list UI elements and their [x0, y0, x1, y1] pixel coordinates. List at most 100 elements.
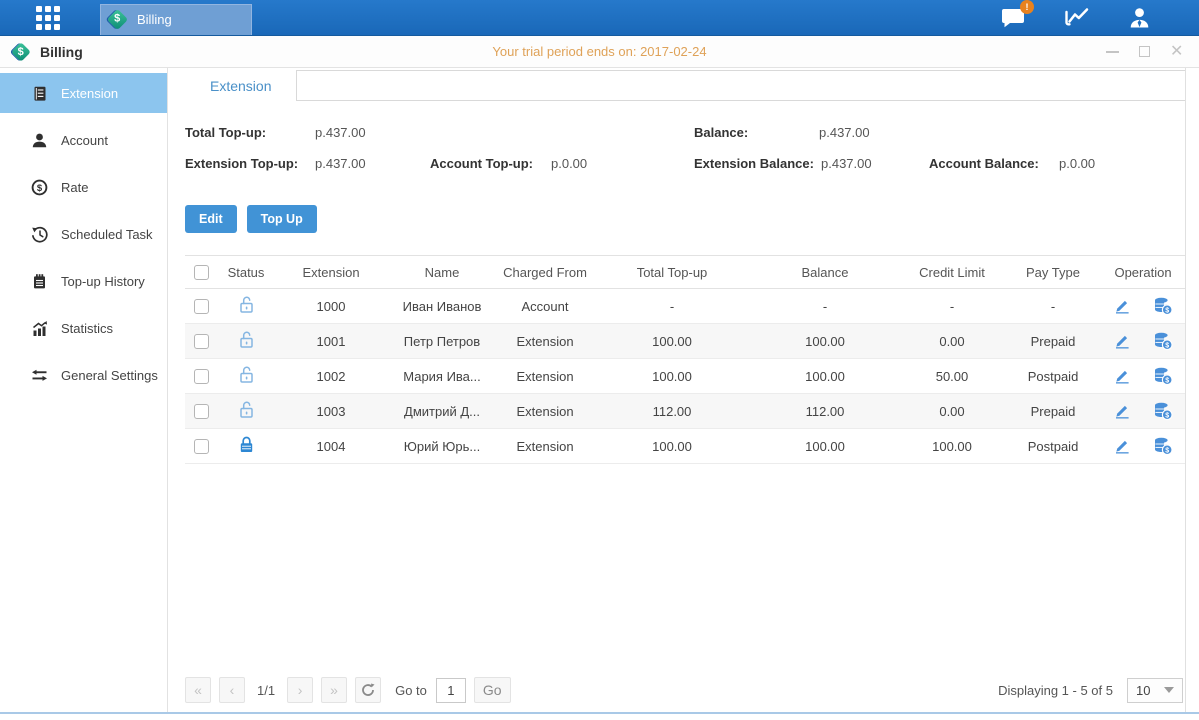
user-icon	[1126, 6, 1153, 30]
charged-from-cell: Extension	[497, 359, 593, 394]
sidebar-item-label: Scheduled Task	[61, 227, 153, 242]
page-indicator: 1/1	[257, 683, 275, 698]
extension-balance-value: p.437.00	[821, 156, 872, 171]
extension-cell: 1000	[275, 289, 387, 324]
charged-from-cell: Extension	[497, 429, 593, 464]
reports-button[interactable]	[1063, 6, 1090, 30]
messages-button[interactable]: !	[1000, 6, 1027, 30]
lock-open-icon[interactable]	[237, 330, 256, 349]
lock-closed-icon[interactable]	[237, 435, 256, 454]
row-checkbox[interactable]	[194, 404, 209, 419]
go-button[interactable]: Go	[474, 677, 511, 703]
lock-open-icon[interactable]	[237, 365, 256, 384]
credit-limit-cell: 100.00	[899, 429, 1005, 464]
first-page-button[interactable]: «	[185, 677, 211, 703]
edit-row-icon[interactable]	[1113, 332, 1131, 350]
top-up-row-icon[interactable]: $	[1153, 366, 1173, 386]
svg-text:$: $	[1165, 377, 1169, 384]
prev-page-button[interactable]: ‹	[219, 677, 245, 703]
page-size-select[interactable]: 10	[1127, 678, 1183, 703]
row-checkbox[interactable]	[194, 439, 209, 454]
total-topup-cell: 100.00	[593, 359, 751, 394]
app-launcher-icon[interactable]	[36, 6, 60, 30]
chevron-down-icon	[1164, 687, 1174, 693]
edit-row-icon[interactable]	[1113, 402, 1131, 420]
goto-label: Go to	[395, 683, 427, 698]
total-topup-cell: 100.00	[593, 324, 751, 359]
sidebar-item-scheduled-task[interactable]: Scheduled Task	[0, 214, 167, 254]
row-checkbox[interactable]	[194, 369, 209, 384]
table-header-row: Status Extension Name Charged From Total…	[185, 256, 1185, 289]
select-all-checkbox[interactable]	[194, 265, 209, 280]
charged-from-cell: Extension	[497, 324, 593, 359]
extension-cell: 1001	[275, 324, 387, 359]
balance-cell: 112.00	[751, 394, 899, 429]
row-checkbox[interactable]	[194, 299, 209, 314]
top-up-row-icon[interactable]: $	[1153, 296, 1173, 316]
sidebar-item-statistics[interactable]: Statistics	[0, 308, 167, 348]
col-operation: Operation	[1101, 256, 1185, 289]
sidebar-item-label: Top-up History	[61, 274, 145, 289]
edit-row-icon[interactable]	[1113, 437, 1131, 455]
sidebar-item-label: General Settings	[61, 368, 158, 383]
name-cell: Юрий Юрь...	[387, 429, 497, 464]
credit-limit-cell: 50.00	[899, 359, 1005, 394]
edit-row-icon[interactable]	[1113, 297, 1131, 315]
col-charged-from: Charged From	[497, 256, 593, 289]
sidebar-item-extension[interactable]: Extension	[0, 73, 167, 113]
window-titlebar: $ Billing Your trial period ends on: 201…	[0, 36, 1199, 68]
top-up-row-icon[interactable]: $	[1153, 436, 1173, 456]
goto-page-input[interactable]	[436, 678, 466, 703]
close-button[interactable]: ✕	[1170, 45, 1183, 58]
col-total-topup: Total Top-up	[593, 256, 751, 289]
account-topup-value: p.0.00	[551, 156, 587, 171]
top-up-row-icon[interactable]: $	[1153, 401, 1173, 421]
account-menu-button[interactable]	[1126, 6, 1153, 30]
sidebar: Extension Account $ Rate Scheduled Task	[0, 68, 168, 712]
next-page-button[interactable]: ›	[287, 677, 313, 703]
main-content: Extension Total Top-up: p.437.00 Balance…	[168, 68, 1186, 712]
pay-type-cell: -	[1005, 289, 1101, 324]
total-topup-cell: 112.00	[593, 394, 751, 429]
credit-limit-cell: 0.00	[899, 394, 1005, 429]
lock-open-icon[interactable]	[237, 295, 256, 314]
balance-cell: 100.00	[751, 324, 899, 359]
balance-cell: 100.00	[751, 429, 899, 464]
minimize-button[interactable]	[1106, 45, 1119, 58]
total-topup-cell: 100.00	[593, 429, 751, 464]
sidebar-item-label: Statistics	[61, 321, 113, 336]
bar-chart-arrow-icon	[31, 320, 48, 337]
line-chart-icon	[1063, 6, 1090, 30]
pay-type-cell: Postpaid	[1005, 429, 1101, 464]
displaying-text: Displaying 1 - 5 of 5	[998, 683, 1113, 698]
credit-limit-cell: 0.00	[899, 324, 1005, 359]
sidebar-item-account[interactable]: Account	[0, 120, 167, 160]
maximize-button[interactable]	[1138, 45, 1151, 58]
sidebar-item-label: Rate	[61, 180, 88, 195]
clock-history-icon	[31, 226, 48, 243]
edit-row-icon[interactable]	[1113, 367, 1131, 385]
taskbar-tab-billing[interactable]: $ Billing	[100, 4, 252, 35]
refresh-button[interactable]	[355, 677, 381, 703]
sidebar-item-rate[interactable]: $ Rate	[0, 167, 167, 207]
last-page-button[interactable]: »	[321, 677, 347, 703]
refresh-icon	[361, 683, 375, 697]
top-up-button[interactable]: Top Up	[247, 205, 317, 233]
balance-value: p.437.00	[819, 125, 870, 140]
tab-extension[interactable]: Extension	[185, 70, 297, 101]
svg-text:$: $	[1165, 307, 1169, 314]
lock-open-icon[interactable]	[237, 400, 256, 419]
person-icon	[31, 132, 48, 149]
row-checkbox[interactable]	[194, 334, 209, 349]
name-cell: Петр Петров	[387, 324, 497, 359]
sliders-arrows-icon	[31, 367, 48, 384]
sidebar-item-topup-history[interactable]: Top-up History	[0, 261, 167, 301]
total-topup-cell: -	[593, 289, 751, 324]
balance-label: Balance:	[694, 125, 748, 140]
top-up-row-icon[interactable]: $	[1153, 331, 1173, 351]
name-cell: Мария Ива...	[387, 359, 497, 394]
sidebar-item-general-settings[interactable]: General Settings	[0, 355, 167, 395]
edit-button[interactable]: Edit	[185, 205, 237, 233]
ledger-icon	[31, 85, 48, 102]
trial-notice: Your trial period ends on: 2017-02-24	[0, 44, 1199, 59]
